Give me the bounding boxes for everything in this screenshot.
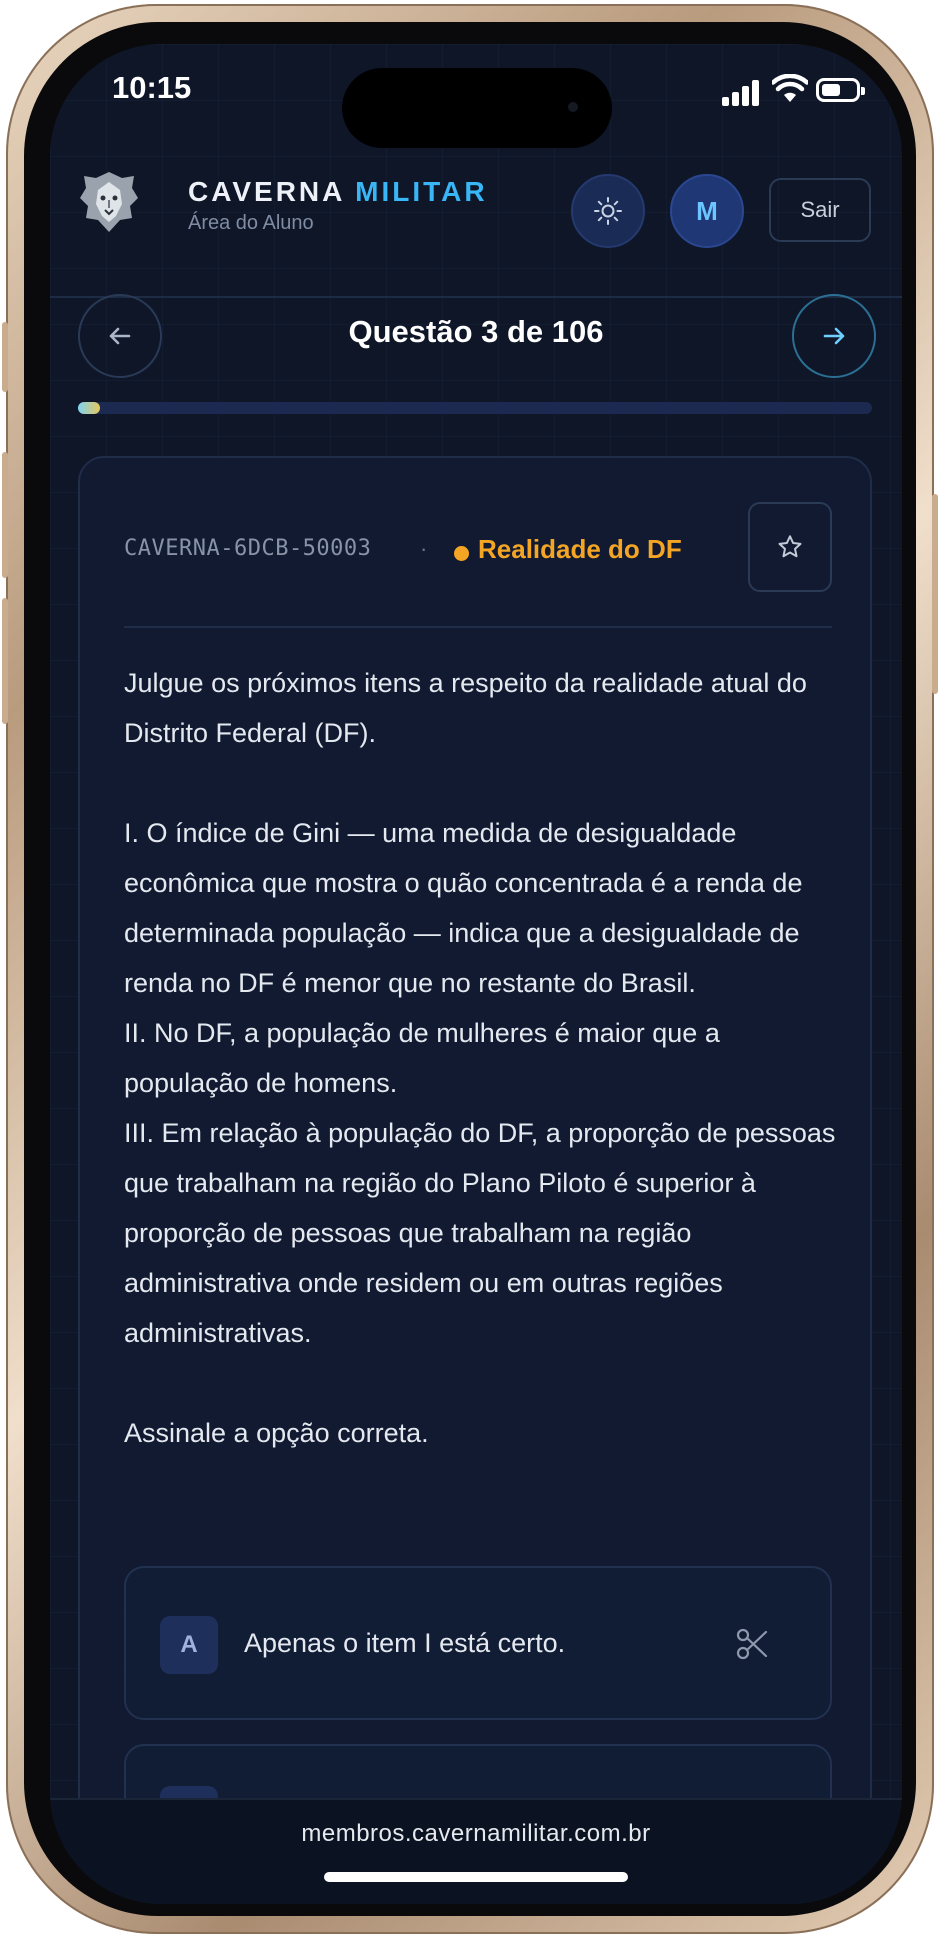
question-code: CAVERNA-6DCB-50003: [124, 536, 372, 561]
browser-url[interactable]: membros.cavernamilitar.com.br: [50, 1820, 902, 1848]
silent-switch: [2, 322, 8, 392]
wifi-icon: [772, 74, 808, 102]
star-icon: [778, 535, 802, 558]
statement-instruction: Assinale a opção correta.: [124, 1418, 429, 1448]
meta-separator: ·: [420, 536, 428, 561]
progress-bar: [78, 402, 872, 414]
brand-title: CAVERNA MILITAR: [188, 176, 488, 208]
question-statement: Julgue os próximos itens a respeito da r…: [124, 658, 844, 1458]
theme-toggle-button[interactable]: [571, 174, 645, 248]
battery-icon: [816, 78, 865, 102]
logout-button[interactable]: Sair: [769, 178, 871, 242]
dynamic-island: [342, 68, 612, 148]
option-text: Apenas o item I está certo.: [244, 1628, 566, 1658]
statement-intro: Julgue os próximos itens a respeito da r…: [124, 668, 807, 748]
user-avatar-button[interactable]: M: [670, 174, 744, 248]
statement-item-3: III. Em relação à população do DF, a pro…: [124, 1118, 836, 1348]
question-topic: Realidade do DF: [478, 534, 682, 564]
app-header: CAVERNA MILITAR Área do Aluno M Sair: [50, 154, 902, 298]
scissors-icon[interactable]: [734, 1626, 770, 1662]
option-letter-badge: A: [160, 1616, 218, 1674]
brand-title-main: CAVERNA: [188, 176, 345, 207]
statement-item-2: II. No DF, a população de mulheres é mai…: [124, 1018, 720, 1098]
screen: 10:15 CAVERNA MILITAR Área do Aluno M Sa…: [50, 44, 902, 1904]
cellular-signal-icon: [722, 78, 762, 106]
favorite-button[interactable]: [748, 502, 832, 592]
home-indicator[interactable]: [324, 1872, 628, 1882]
status-time: 10:15: [112, 70, 192, 105]
next-question-button[interactable]: [792, 294, 876, 378]
arrow-right-icon: [823, 327, 845, 345]
question-card: CAVERNA-6DCB-50003 · Realidade do DF Jul…: [78, 456, 872, 1904]
sun-icon: [594, 197, 622, 225]
answer-option-a[interactable]: A Apenas o item I está certo.: [124, 1566, 832, 1720]
lion-logo-icon: [80, 172, 138, 232]
power-button: [932, 494, 938, 694]
brand-subtitle: Área do Aluno: [188, 212, 314, 234]
volume-up-button: [2, 452, 8, 578]
card-divider: [124, 626, 832, 628]
browser-url-bar[interactable]: membros.cavernamilitar.com.br: [50, 1798, 902, 1904]
topic-indicator-dot: [454, 546, 469, 561]
brand-title-accent: MILITAR: [355, 176, 488, 207]
progress-bar-fill: [78, 402, 101, 414]
statement-item-1: I. O índice de Gini — uma medida de desi…: [124, 818, 803, 998]
phone-frame: 10:15 CAVERNA MILITAR Área do Aluno M Sa…: [2, 4, 938, 1934]
volume-down-button: [2, 598, 8, 724]
question-counter: Questão 3 de 106: [348, 314, 604, 349]
